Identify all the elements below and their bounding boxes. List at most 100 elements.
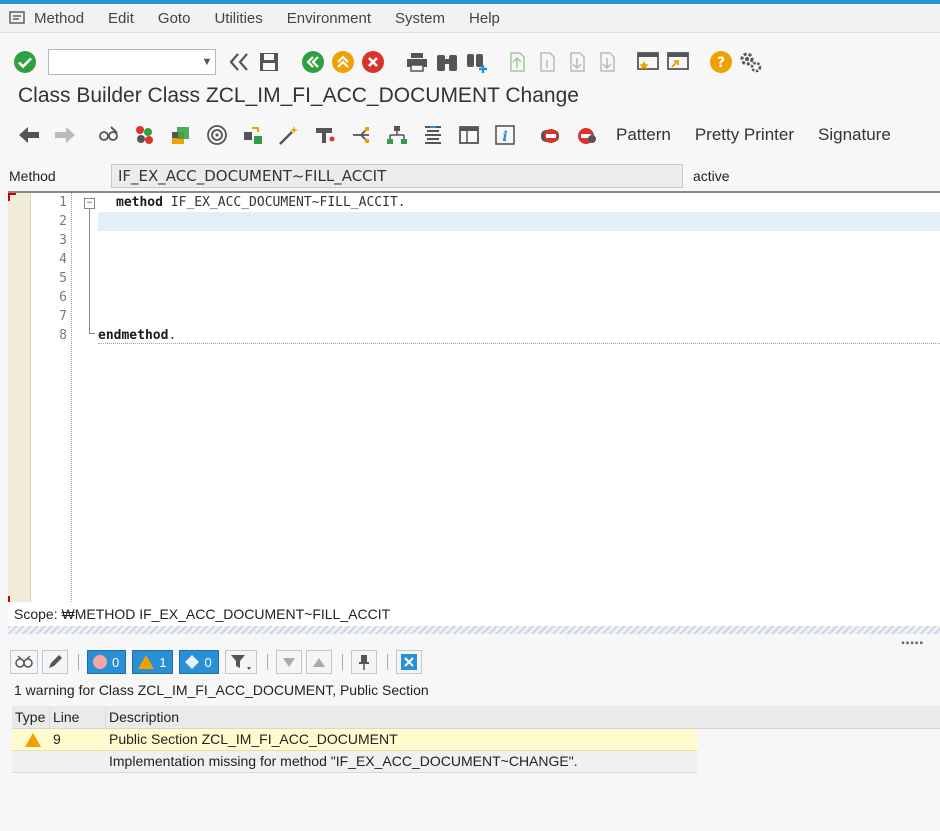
- code-line-1[interactable]: method IF_EX_ACC_DOCUMENT~FILL_ACCIT.: [116, 195, 406, 210]
- set-breakpoint-icon[interactable]: [538, 122, 564, 148]
- fold-guide: [89, 209, 90, 333]
- menu-goto[interactable]: Goto: [158, 10, 191, 27]
- keyword: method: [116, 195, 163, 210]
- external-breakpoint-icon[interactable]: [574, 122, 600, 148]
- last-page-icon[interactable]: [594, 49, 620, 75]
- next-page-icon[interactable]: [564, 49, 590, 75]
- magic-wand-icon[interactable]: [276, 122, 302, 148]
- table-header: Type Line Description: [12, 706, 697, 729]
- edit-pencil-icon[interactable]: [42, 650, 68, 674]
- current-line-highlight: [98, 212, 940, 231]
- navigation-window-icon[interactable]: [420, 122, 446, 148]
- save-icon[interactable]: [256, 49, 282, 75]
- check-syntax-icon[interactable]: [240, 122, 266, 148]
- errors-filter-button[interactable]: 0: [87, 650, 127, 674]
- object-list-icon[interactable]: [348, 122, 374, 148]
- code-line-8[interactable]: endmethod.: [98, 328, 176, 343]
- scope-bar: Scope: ₩METHOD IF_EX_ACC_DOCUMENT~FILL_A…: [8, 602, 940, 626]
- new-session-icon[interactable]: [636, 49, 662, 75]
- collapse-icon[interactable]: −: [84, 198, 95, 209]
- menu-edit[interactable]: Edit: [108, 10, 134, 27]
- filter-icon[interactable]: [224, 650, 257, 674]
- message-table: Type Line Description 9 Public Section Z…: [12, 706, 697, 773]
- exit-icon[interactable]: [330, 49, 356, 75]
- double-back-icon[interactable]: [226, 49, 252, 75]
- column-header-type[interactable]: Type: [12, 706, 50, 728]
- row-line: 9: [53, 731, 61, 747]
- pin-icon[interactable]: [350, 650, 377, 674]
- table-row[interactable]: Implementation missing for method "IF_EX…: [12, 751, 697, 773]
- separator: [266, 654, 268, 670]
- command-input[interactable]: [55, 51, 199, 73]
- table-row[interactable]: 9 Public Section ZCL_IM_FI_ACC_DOCUMENT: [12, 729, 697, 751]
- column-header-line[interactable]: Line: [50, 706, 106, 728]
- print-icon[interactable]: [404, 49, 430, 75]
- display-change-icon[interactable]: [96, 122, 122, 148]
- method-name-field[interactable]: IF_EX_ACC_DOCUMENT~FILL_ACCIT: [111, 164, 683, 188]
- sort-ascending-icon[interactable]: [305, 650, 332, 674]
- command-field[interactable]: ▼: [48, 49, 216, 75]
- enter-check-icon[interactable]: [12, 49, 38, 75]
- where-used-icon[interactable]: [312, 122, 338, 148]
- find-icon[interactable]: [434, 49, 460, 75]
- code-editor[interactable]: 1 2 3 4 5 6 7 8 − method IF_EX_ACC_DOCUM…: [8, 191, 940, 604]
- warning-triangle-icon: [138, 655, 155, 669]
- method-label: Method: [9, 168, 56, 184]
- display-detail-icon[interactable]: [10, 650, 38, 674]
- active-inactive-icon[interactable]: [132, 122, 158, 148]
- method-row: Method IF_EX_ACC_DOCUMENT~FILL_ACCIT act…: [0, 162, 940, 190]
- shortcut-icon[interactable]: [666, 49, 692, 75]
- keyword: endmethod: [98, 328, 169, 343]
- line-number: 7: [59, 309, 67, 324]
- back-icon[interactable]: [300, 49, 326, 75]
- find-next-icon[interactable]: [464, 49, 490, 75]
- menu-environment[interactable]: Environment: [287, 10, 371, 27]
- line-number: 1: [59, 195, 67, 210]
- row-line: [50, 751, 106, 772]
- arrow-left-icon[interactable]: [16, 122, 42, 148]
- warning-icon: [24, 732, 41, 747]
- warnings-count: 1: [159, 654, 167, 670]
- previous-page-icon[interactable]: [534, 49, 560, 75]
- row-description: Public Section ZCL_IM_FI_ACC_DOCUMENT: [109, 731, 398, 747]
- row-description: Implementation missing for method "IF_EX…: [109, 753, 578, 769]
- info-icon[interactable]: i: [492, 122, 518, 148]
- close-panel-icon[interactable]: [395, 650, 422, 674]
- warnings-filter-button[interactable]: 1: [132, 650, 174, 674]
- svg-text:?: ?: [717, 55, 725, 71]
- info-filter-button[interactable]: 0: [179, 650, 219, 674]
- pretty-printer-button[interactable]: Pretty Printer: [695, 125, 794, 145]
- message-summary: 1 warning for Class ZCL_IM_FI_ACC_DOCUME…: [14, 682, 429, 698]
- splitter-handle[interactable]: [8, 626, 940, 634]
- hierarchy-icon[interactable]: [384, 122, 410, 148]
- signature-button[interactable]: Signature: [818, 125, 891, 145]
- menu-help[interactable]: Help: [469, 10, 500, 27]
- row-type: [12, 729, 50, 750]
- column-header-description[interactable]: Description: [106, 706, 697, 728]
- separator: [78, 654, 79, 670]
- system-toolbar: ▼ ?: [0, 42, 940, 82]
- first-page-icon[interactable]: [504, 49, 530, 75]
- line-number: 5: [59, 271, 67, 286]
- fullscreen-icon[interactable]: [456, 122, 482, 148]
- arrow-right-icon[interactable]: [52, 122, 78, 148]
- message-toolbar: 0 1 0: [10, 648, 940, 676]
- pattern-button[interactable]: Pattern: [616, 125, 671, 145]
- chevron-down-icon[interactable]: ▼: [199, 56, 215, 68]
- activate-icon[interactable]: [204, 122, 230, 148]
- table-header-filler: [697, 706, 940, 729]
- menu-icon[interactable]: [8, 9, 28, 27]
- menu-system[interactable]: System: [395, 10, 445, 27]
- settings-icon[interactable]: [738, 49, 764, 75]
- sort-descending-icon[interactable]: [275, 650, 302, 674]
- menu-utilities[interactable]: Utilities: [214, 10, 262, 27]
- menu-method[interactable]: Method: [34, 10, 84, 27]
- cancel-icon[interactable]: [360, 49, 386, 75]
- line-number: 3: [59, 233, 67, 248]
- other-object-icon[interactable]: [168, 122, 194, 148]
- help-icon[interactable]: ?: [708, 49, 734, 75]
- info-count: 0: [204, 654, 212, 670]
- code-text: IF_EX_ACC_DOCUMENT~FILL_ACCIT.: [162, 195, 406, 210]
- page-title: Class Builder Class ZCL_IM_FI_ACC_DOCUME…: [18, 84, 579, 107]
- info-diamond-icon: [185, 655, 200, 669]
